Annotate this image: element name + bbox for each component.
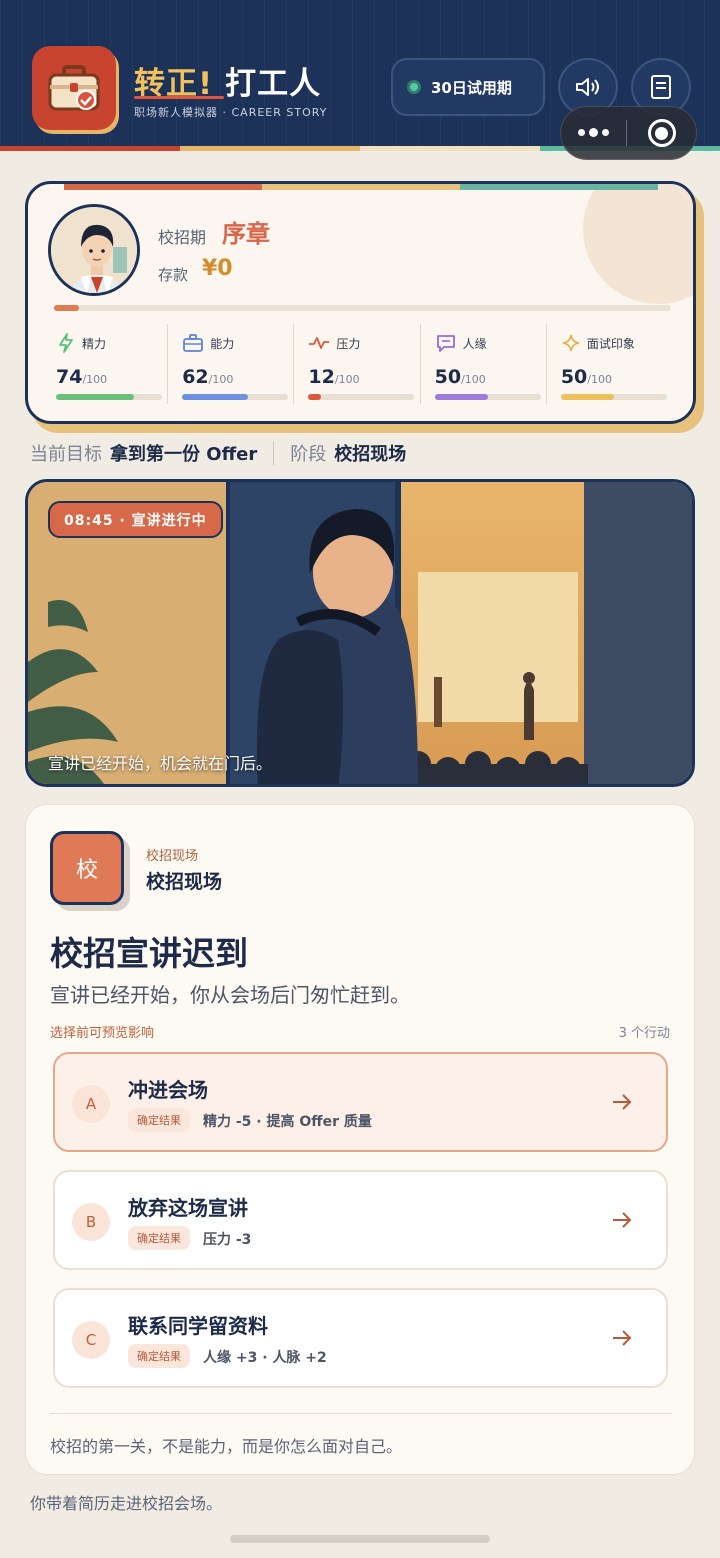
more-menu-button[interactable] xyxy=(561,128,626,137)
period-label: 校招期 xyxy=(158,228,207,247)
preview-hint: 选择前可预览影响 xyxy=(50,1026,155,1041)
arrow-right-icon xyxy=(613,1094,632,1110)
option-label: 冲进会场 xyxy=(128,1078,208,1102)
savings-label: 存款 xyxy=(158,266,189,284)
stat-popularity[interactable]: 人缘 50/100 xyxy=(419,324,546,404)
event-description: 宣讲已经开始，你从会场后门匆忙赶到。 xyxy=(50,983,410,1007)
app-title-part2: 打工人 xyxy=(225,66,322,102)
event-category-icon: 校 xyxy=(50,831,124,905)
action-count: 3 个行动 xyxy=(618,1026,670,1041)
miniprogram-capsule xyxy=(560,106,697,160)
option-c-button[interactable]: C 联系同学留资料 确定结果 人缘 +3 · 人脉 +2 xyxy=(53,1288,668,1388)
avatar[interactable] xyxy=(48,204,140,296)
pulse-icon xyxy=(309,337,330,349)
option-label: 联系同学留资料 xyxy=(128,1314,268,1338)
status-dot-icon xyxy=(407,80,421,94)
goal-label: 当前目标 xyxy=(30,444,102,465)
goal-value: 拿到第一份 Offer xyxy=(110,444,258,465)
stat-value: 62 xyxy=(182,366,209,388)
stat-name: 能力 xyxy=(210,336,235,351)
stat-name: 压力 xyxy=(336,336,361,351)
period-value: 序章 xyxy=(222,220,270,248)
stat-value: 50 xyxy=(560,366,588,388)
arrow-right-icon xyxy=(613,1212,632,1228)
stat-max: /100 xyxy=(461,373,486,386)
trial-label: 30日试用期 xyxy=(431,78,512,97)
stat-bar xyxy=(182,394,289,400)
goal-line: 当前目标 拿到第一份 Offer 阶段 校招现场 xyxy=(30,440,406,466)
option-letter: B xyxy=(72,1203,110,1241)
stat-name: 人缘 xyxy=(462,336,487,351)
event-category: 校招现场 xyxy=(146,849,199,864)
stat-ability[interactable]: 能力 62/100 xyxy=(167,324,293,404)
result-tag: 确定结果 xyxy=(128,1344,190,1368)
briefcase-icon xyxy=(183,334,204,352)
event-footer-quote: 校招的第一关，不是能力，而是你怎么面对自己。 xyxy=(50,1437,403,1456)
scene-illustration: 08:45 · 宣讲进行中 宣讲已经开始，机会就在门后。 xyxy=(25,479,695,787)
stat-max: /100 xyxy=(587,373,612,386)
option-label: 放弃这场宣讲 xyxy=(128,1196,248,1220)
close-miniprogram-button[interactable] xyxy=(627,119,696,147)
option-letter: C xyxy=(72,1321,110,1359)
stat-value: 12 xyxy=(308,366,335,388)
chapter-progress-bar xyxy=(54,305,671,311)
stat-max: /100 xyxy=(208,373,234,386)
app-subtitle: 职场新人模拟器 · CAREER STORY xyxy=(134,106,328,119)
title-underline xyxy=(134,96,224,99)
app-logo xyxy=(32,46,116,130)
option-effect: 精力 -5 · 提高 Offer 质量 xyxy=(203,1114,372,1130)
stat-value: 50 xyxy=(434,366,462,388)
story-log-text: 你带着简历走进校招会场。 xyxy=(30,1494,223,1513)
stat-bar xyxy=(434,394,541,400)
stat-name: 精力 xyxy=(82,336,107,351)
stat-interview-impression[interactable]: 面试印象 50/100 xyxy=(545,324,672,404)
event-card: 校 校招现场 校招现场 校招宣讲迟到 宣讲已经开始，你从会场后门匆忙赶到。 选择… xyxy=(25,804,695,1475)
option-a-button[interactable]: A 冲进会场 确定结果 精力 -5 · 提高 Offer 质量 xyxy=(53,1052,668,1152)
result-tag: 确定结果 xyxy=(128,1226,190,1250)
stat-bar xyxy=(308,394,415,400)
result-tag: 确定结果 xyxy=(128,1108,190,1132)
event-place: 校招现场 xyxy=(146,871,223,893)
stat-bar xyxy=(560,394,667,400)
record-icon xyxy=(647,119,676,147)
option-letter: A xyxy=(72,1085,110,1123)
option-effect: 压力 -3 xyxy=(203,1232,252,1248)
savings-value: ¥0 xyxy=(202,256,233,281)
notebook-icon xyxy=(651,75,671,99)
event-title: 校招宣讲迟到 xyxy=(50,934,248,973)
stat-value: 74 xyxy=(56,366,83,388)
speaker-icon xyxy=(576,78,599,96)
trial-period-button[interactable]: 30日试用期 xyxy=(391,58,545,116)
stat-max: /100 xyxy=(334,373,360,386)
stat-energy[interactable]: 精力 74/100 xyxy=(50,324,167,404)
scene-time-badge: 08:45 · 宣讲进行中 xyxy=(48,501,223,538)
status-card: 校招期 序章 存款 ¥0 精力 74/100 能力 62/100 压力 12/1… xyxy=(25,181,696,424)
stat-pressure[interactable]: 压力 12/100 xyxy=(293,324,419,404)
lightning-icon xyxy=(59,333,73,353)
player-portrait xyxy=(51,207,137,293)
stat-name: 面试印象 xyxy=(586,336,635,351)
stat-bar xyxy=(56,394,162,400)
option-effect: 人缘 +3 · 人脉 +2 xyxy=(203,1350,327,1366)
stats-row: 精力 74/100 能力 62/100 压力 12/100 人缘 50/100 … xyxy=(50,324,672,404)
option-b-button[interactable]: B 放弃这场宣讲 确定结果 压力 -3 xyxy=(53,1170,668,1270)
briefcase-logo-icon xyxy=(48,65,100,111)
home-indicator[interactable] xyxy=(230,1535,490,1543)
stage-label: 阶段 xyxy=(290,444,327,465)
stage-value: 校招现场 xyxy=(334,444,407,465)
sparkle-icon xyxy=(562,334,579,352)
chat-icon xyxy=(436,335,455,352)
stat-max: /100 xyxy=(82,373,108,386)
arrow-right-icon xyxy=(613,1330,632,1346)
scene-caption: 宣讲已经开始，机会就在门后。 xyxy=(48,754,273,773)
